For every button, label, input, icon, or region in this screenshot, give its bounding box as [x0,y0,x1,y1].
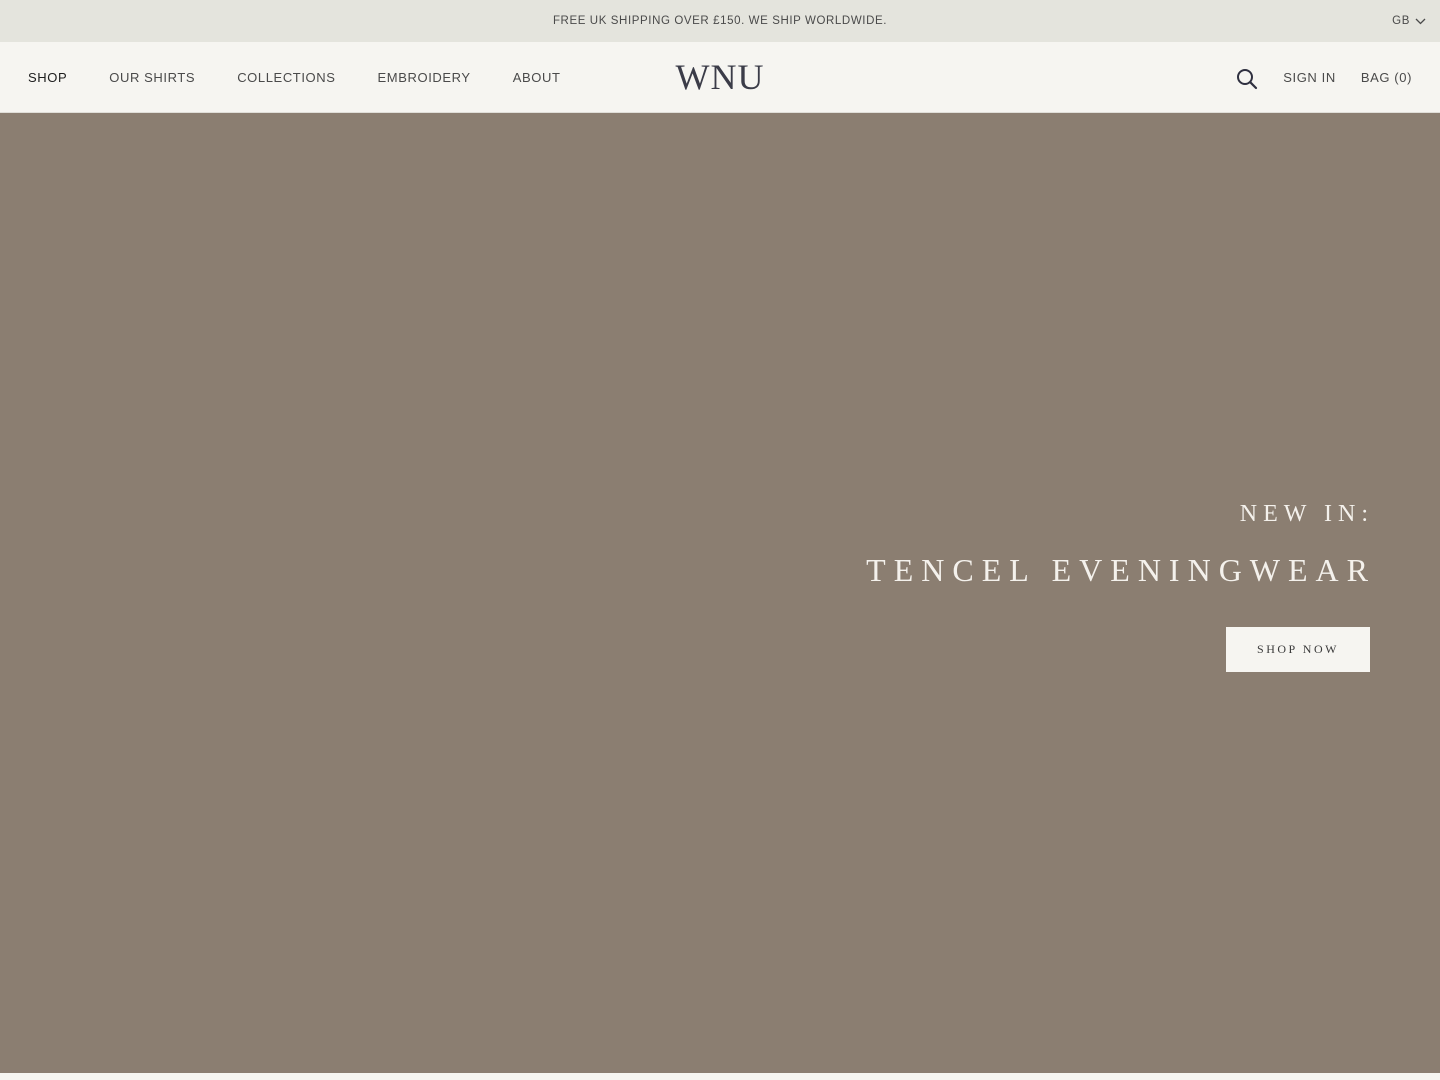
hero-content: NEW IN: TENCEL EVENINGWEAR SHOP NOW [866,501,1370,672]
site-header: SHOP OUR SHIRTS COLLECTIONS EMBROIDERY A… [0,42,1440,113]
bag-link[interactable]: BAG (0) [1361,70,1412,85]
nav-item-about[interactable]: ABOUT [513,70,561,85]
shop-now-button[interactable]: SHOP NOW [1226,627,1370,672]
sign-in-link[interactable]: SIGN IN [1283,70,1336,85]
announcement-text: FREE UK SHIPPING OVER £150. WE SHIP WORL… [552,15,888,27]
country-code: GB [1392,15,1410,27]
header-actions: SIGN IN BAG (0) [1236,42,1412,112]
hero-banner: NEW IN: TENCEL EVENINGWEAR SHOP NOW [0,113,1440,1073]
nav-item-embroidery[interactable]: EMBROIDERY [378,70,471,85]
announcement-bar: FREE UK SHIPPING OVER £150. WE SHIP WORL… [0,0,1440,42]
nav-item-our-shirts[interactable]: OUR SHIRTS [109,70,195,85]
main-nav: SHOP OUR SHIRTS COLLECTIONS EMBROIDERY A… [28,42,561,112]
hero-title: TENCEL EVENINGWEAR [866,552,1376,588]
country-selector[interactable]: GB [1392,0,1426,42]
hero-eyebrow: NEW IN: [1239,501,1374,527]
search-button[interactable] [1236,68,1258,90]
site-logo[interactable]: WNU [676,56,765,98]
chevron-down-icon [1415,18,1426,24]
search-icon [1237,69,1258,90]
page-bottom-strip [0,1073,1440,1080]
nav-item-collections[interactable]: COLLECTIONS [237,70,335,85]
nav-item-shop[interactable]: SHOP [28,70,67,85]
